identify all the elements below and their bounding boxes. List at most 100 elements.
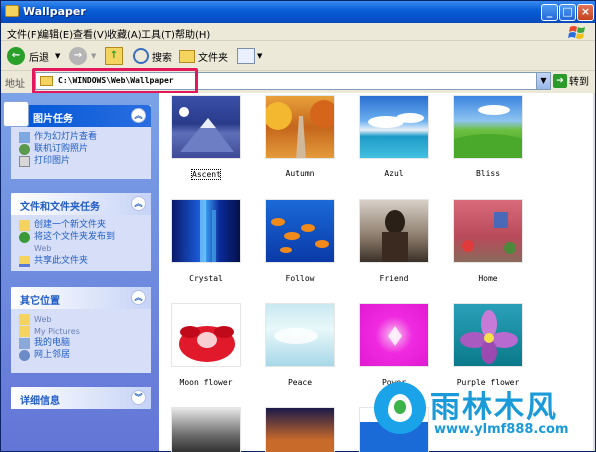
share-folder-icon [19,256,30,267]
leaf-inner-icon [394,400,406,414]
chevron-down-icon[interactable]: ▼ [91,52,96,60]
picture-tasks-title: 图片任务 [33,114,73,125]
place-my-computer-label: 我的电脑 [34,338,71,348]
place-my-computer[interactable]: 我的电脑 [19,338,151,349]
maximize-button[interactable]: □ [559,4,576,21]
bliss-image [454,105,522,158]
label-ascent[interactable]: Ascent [191,169,221,180]
views-button[interactable]: ▼ [237,46,262,66]
peace-image [274,328,318,344]
label-autumn[interactable]: Autumn [262,169,338,178]
menu-file[interactable]: 文件(F) [7,26,41,41]
folders-button[interactable]: 文件夹 [179,46,228,66]
power-image [388,326,402,346]
autumn-image [266,100,334,158]
chevron-down-icon[interactable]: ▼ [55,52,60,60]
publish-web-label: 将这个文件夹发布到 [34,232,116,242]
watermark-logo [374,382,426,434]
share-folder-label: 共享此文件夹 [34,256,89,266]
label-bliss[interactable]: Bliss [450,169,526,178]
windows-logo-icon [568,26,585,39]
place-web[interactable]: Web [19,314,151,325]
go-button[interactable]: ➔ 转到 [553,73,589,88]
purple-flower-image [460,310,518,364]
place-network[interactable]: 网上邻居 [19,350,151,361]
menu-view[interactable]: 查看(V) [73,26,108,41]
details-title: 详细信息 [20,396,60,407]
home-image [462,212,516,254]
file-tasks-header[interactable]: 文件和文件夹任务 ︽ [11,193,151,215]
new-folder-label: 创建一个新文件夹 [34,220,107,230]
watermark-name: 雨林木风 [430,390,558,425]
close-button[interactable]: × [577,4,594,21]
thumbnail-follow[interactable] [265,199,335,263]
thumbnail-power[interactable] [359,303,429,367]
thumbnail-moon-flower[interactable] [171,303,241,367]
collapse-icon[interactable]: ︽ [131,196,146,211]
file-tasks-body: 创建一个新文件夹 将这个文件夹发布到 Web 共享此文件夹 [11,215,151,272]
label-azul[interactable]: Azul [356,169,432,178]
friend-image [382,210,408,262]
details-panel: 详细信息 ︾ [11,387,151,409]
picture-tasks-panel: 图片任务 ︽ 作为幻灯片查看 联机订购照片 打印图片 [3,101,151,179]
label-home[interactable]: Home [450,274,526,283]
picture-tasks-icon [3,101,29,127]
label-crystal[interactable]: Crystal [168,274,244,283]
thumbnail-row4-1[interactable] [171,407,241,452]
thumbnail-purple-flower[interactable] [453,303,523,367]
thumbnail-peace[interactable] [265,303,335,367]
chevron-down-icon[interactable]: ▼ [257,52,262,60]
thumbnail-azul[interactable] [359,95,429,159]
thumbnail-home[interactable] [453,199,523,263]
publish-web-sub: Web [34,244,52,253]
views-icon [237,48,255,64]
globe-icon [19,144,30,155]
folder-icon [19,326,30,337]
menu-edit[interactable]: 编辑(E) [39,26,73,41]
collapse-icon[interactable]: ︽ [131,290,146,305]
place-network-label: 网上邻居 [34,350,71,360]
minimize-button[interactable]: _ [541,4,558,21]
collapse-icon[interactable]: ︽ [131,108,146,123]
new-folder-icon [19,220,30,231]
slideshow-label: 作为幻灯片查看 [34,132,98,142]
publish-web-link[interactable]: 将这个文件夹发布到 Web [19,232,151,255]
thumbnail-ascent[interactable] [171,95,241,159]
chevron-down-icon[interactable]: ▼ [536,73,550,89]
thumbnail-friend[interactable] [359,199,429,263]
menu-tools[interactable]: 工具(T) [141,26,175,41]
thumbnail-autumn[interactable] [265,95,335,159]
picture-tasks-header[interactable]: 图片任务 ︽ [11,105,151,127]
forward-arrow-icon: → [69,47,87,65]
computer-icon [19,338,30,349]
thumbnail-bliss[interactable] [453,95,523,159]
other-places-header[interactable]: 其它位置 ︽ [11,287,151,309]
menu-help[interactable]: 帮助(H) [175,26,210,41]
search-icon [133,48,149,64]
thumbnail-crystal[interactable] [171,199,241,263]
order-prints-link[interactable]: 联机订购照片 [19,144,151,155]
slideshow-link[interactable]: 作为幻灯片查看 [19,132,151,143]
forward-button[interactable]: → ▼ [69,46,96,66]
menu-favorites[interactable]: 收藏(A) [107,26,142,41]
print-pictures-link[interactable]: 打印图片 [19,156,151,167]
label-peace[interactable]: Peace [262,378,338,387]
folders-label: 文件夹 [198,52,228,64]
search-button[interactable]: 搜索 [133,46,172,66]
label-follow[interactable]: Follow [262,274,338,283]
folder-icon [5,5,19,17]
up-folder-icon: ↑ [105,47,123,65]
picture-tasks-body: 作为幻灯片查看 联机订购照片 打印图片 [11,127,151,172]
place-my-pictures[interactable]: My Pictures [19,326,151,337]
label-friend[interactable]: Friend [356,274,432,283]
new-folder-link[interactable]: 创建一个新文件夹 [19,220,151,231]
other-places-body: Web My Pictures 我的电脑 网上邻居 [11,309,151,366]
details-header[interactable]: 详细信息 ︾ [11,387,151,409]
label-moon-flower[interactable]: Moon flower [168,378,244,387]
expand-icon[interactable]: ︾ [131,390,146,405]
up-folder-button[interactable]: ↑ [105,46,123,66]
thumbnail-row4-2[interactable] [265,407,335,452]
back-button[interactable]: ← 后退 ▼ [7,46,60,66]
title-bar[interactable]: Wallpaper _ □ × [1,1,595,23]
share-folder-link[interactable]: 共享此文件夹 [19,256,151,267]
